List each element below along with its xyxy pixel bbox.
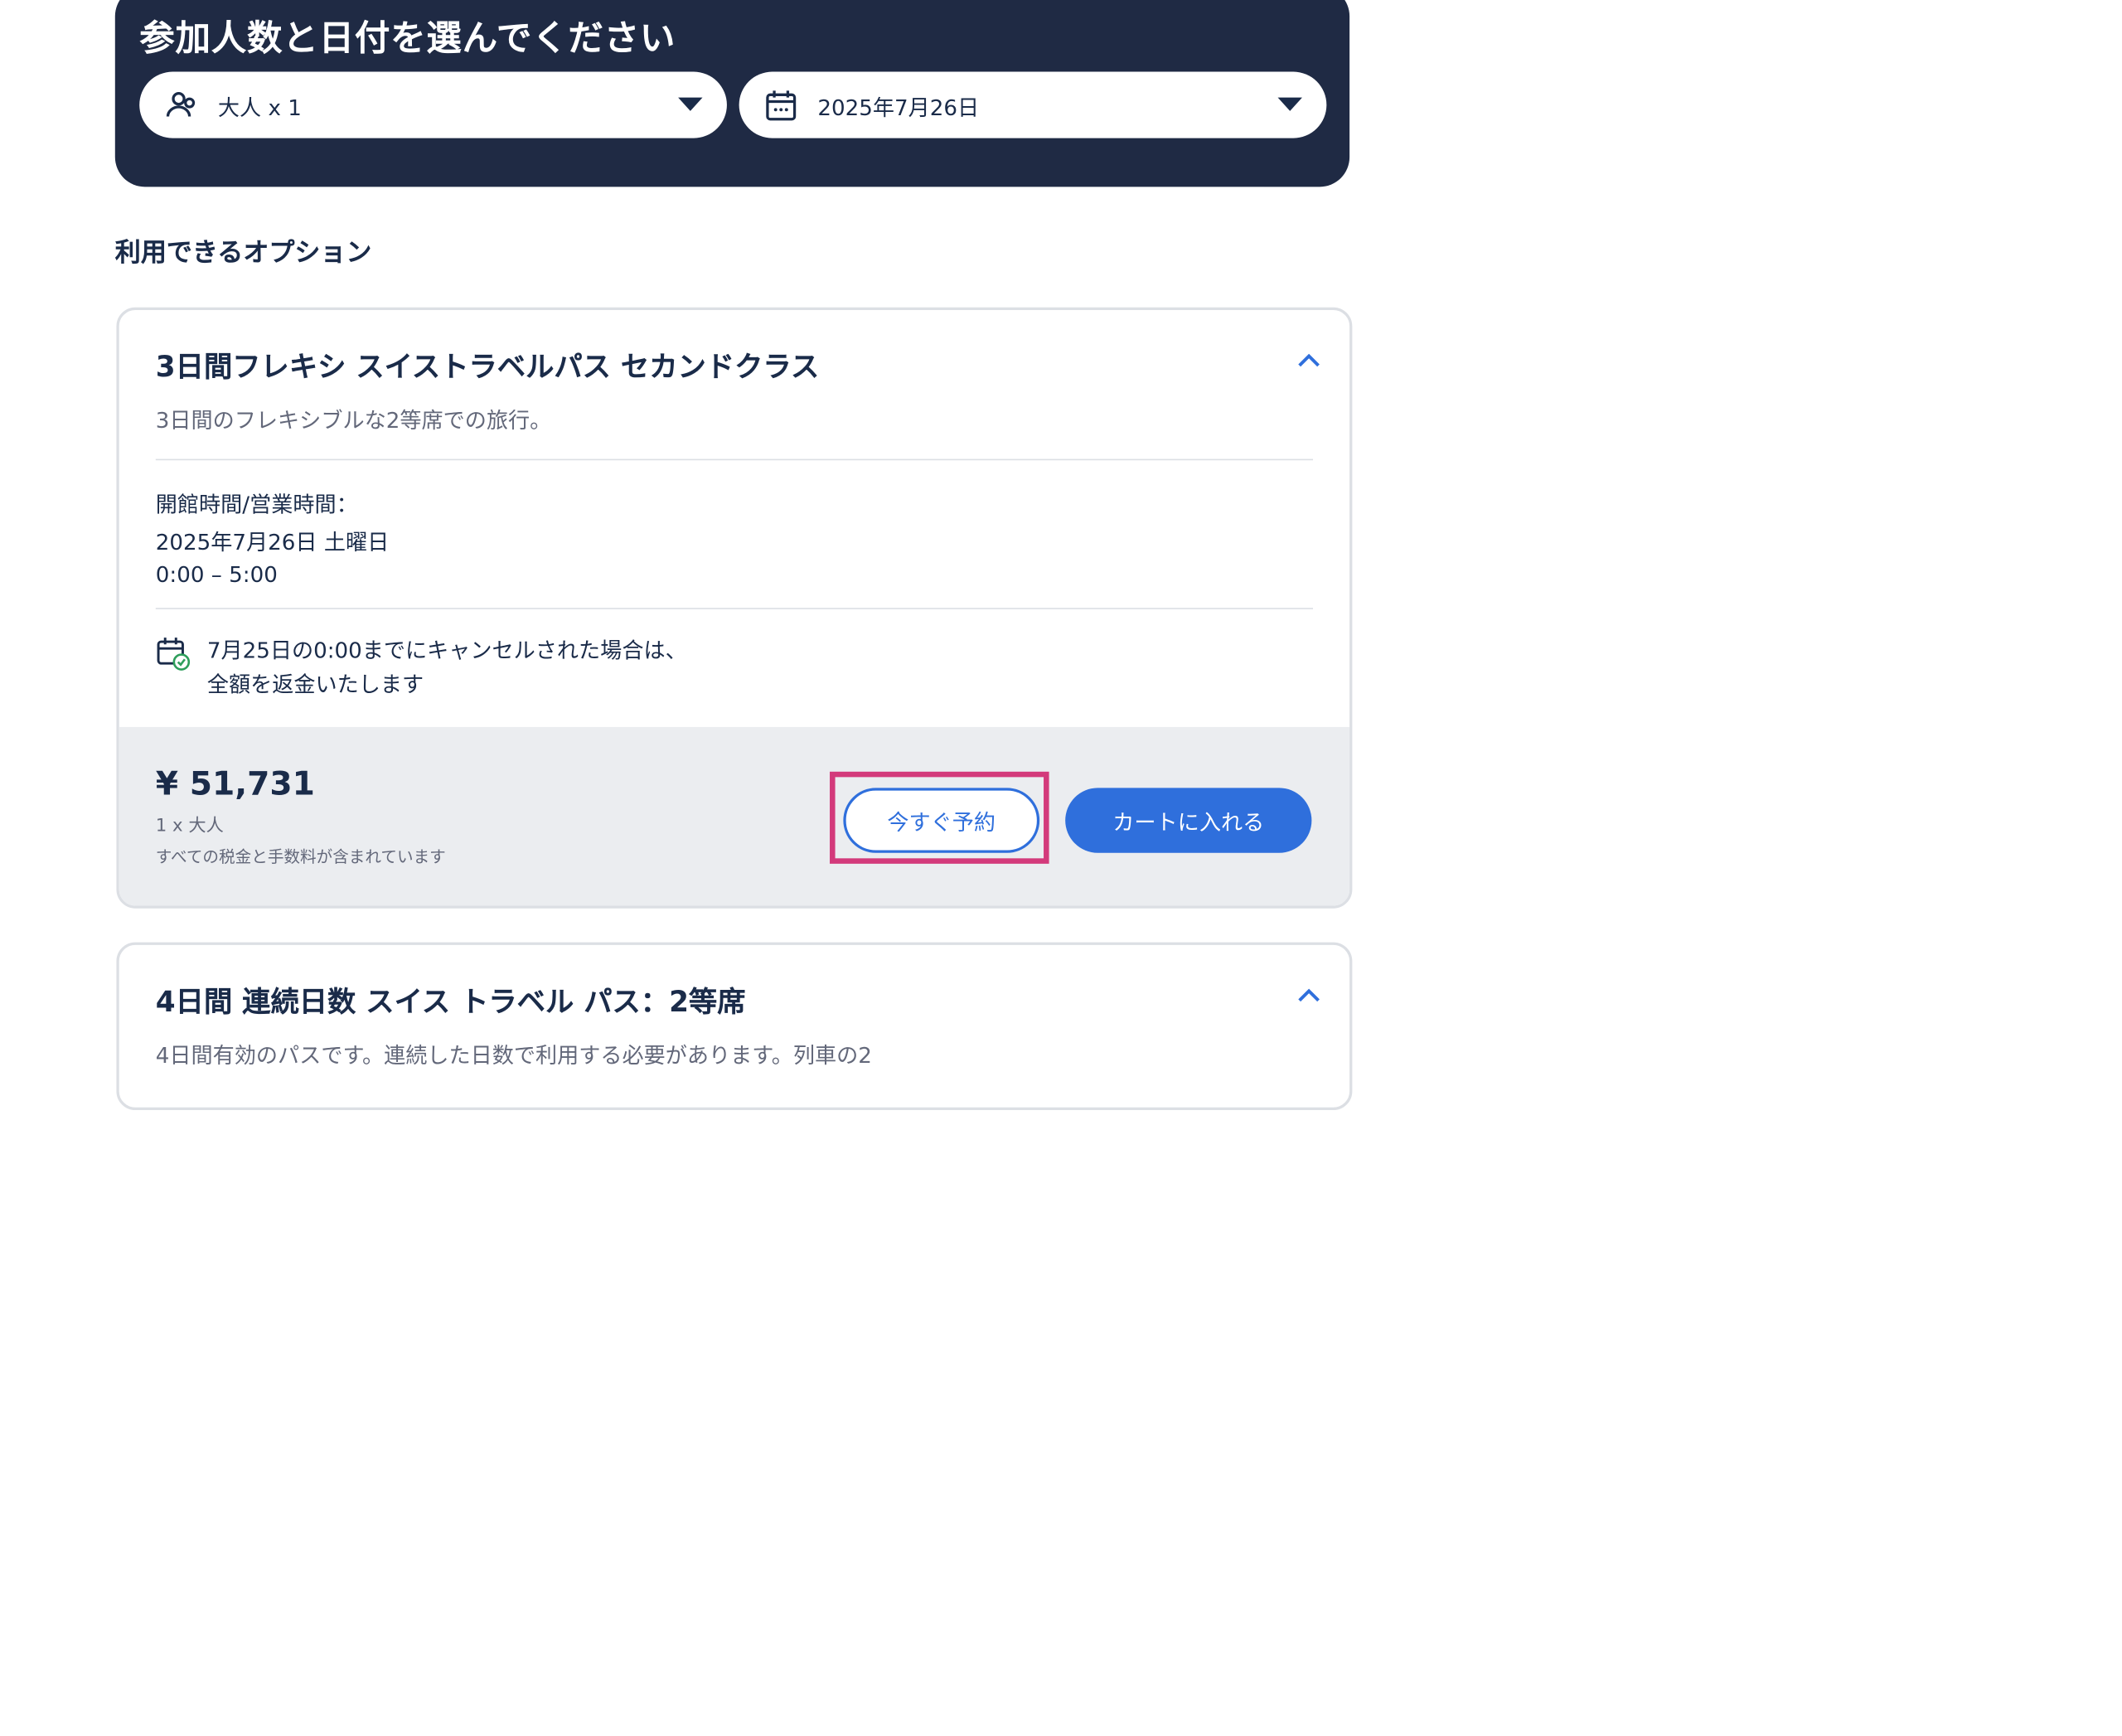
opening-hours-date: 2025年7月26日 土曜日 (155, 529, 390, 555)
option-card: 4日間 連続日数 スイス トラベル パス：2等席 4日間有効のパスです。連続した… (116, 942, 1353, 1111)
option-subtitle: 4日間有効のパスです。連続した日数で利用する必要があります。列車の2 (155, 1042, 872, 1069)
option-title: 4日間 連続日数 スイス トラベル パス：2等席 (155, 985, 746, 1019)
caret-down-icon (678, 97, 703, 111)
cancellation-policy: 7月25日の0:00までにキャンセルされた場合は、全額を返金いたします (206, 638, 687, 697)
caret-down-icon (1277, 97, 1302, 111)
price-amount: ¥ 51,731 (155, 764, 315, 803)
participants-dropdown[interactable]: 大人 x 1 (139, 71, 727, 138)
option-subtitle: 3日間のフレキシブルな2等席での旅行。 (155, 407, 552, 434)
price-bar: ¥ 51,731 1 x 大人 すべての税金と手数料が含まれています 今すぐ予約… (119, 726, 1350, 906)
participants-date-selector: 参加人数と日付を選んでください 大人 x 1 2025年7月26日 (114, 0, 1350, 187)
divider (155, 608, 1314, 609)
people-icon (166, 92, 196, 117)
opening-hours-range: 0:00 – 5:00 (155, 561, 278, 588)
chevron-up-icon[interactable] (1296, 351, 1323, 370)
add-to-cart-button[interactable]: カートに入れる (1065, 788, 1312, 853)
calendar-check-icon (157, 638, 191, 671)
calendar-icon (766, 90, 797, 121)
date-dropdown[interactable]: 2025年7月26日 (739, 71, 1327, 138)
opening-hours-label: 開館時間/営業時間： (155, 491, 358, 517)
book-now-button[interactable]: 今すぐ予約 (843, 788, 1040, 853)
chevron-up-icon[interactable] (1296, 986, 1323, 1005)
participants-value: 大人 x 1 (217, 95, 302, 121)
options-heading: 利用できるオプション (114, 238, 372, 269)
selector-title: 参加人数と日付を選んでください (139, 18, 676, 60)
price-quantity: 1 x 大人 (155, 816, 224, 837)
tax-note: すべての税金と手数料が含まれています (155, 847, 446, 867)
option-card: 3日間フレキシ スイストラベルパス セカンドクラス 3日間のフレキシブルな2等席… (116, 307, 1353, 909)
divider (155, 458, 1314, 461)
date-value: 2025年7月26日 (817, 95, 980, 121)
page: 参加人数と日付を選んでください 大人 x 1 2025年7月26日 利用できるオ… (0, 0, 2122, 1736)
option-title: 3日間フレキシ スイストラベルパス セカンドクラス (155, 350, 820, 384)
